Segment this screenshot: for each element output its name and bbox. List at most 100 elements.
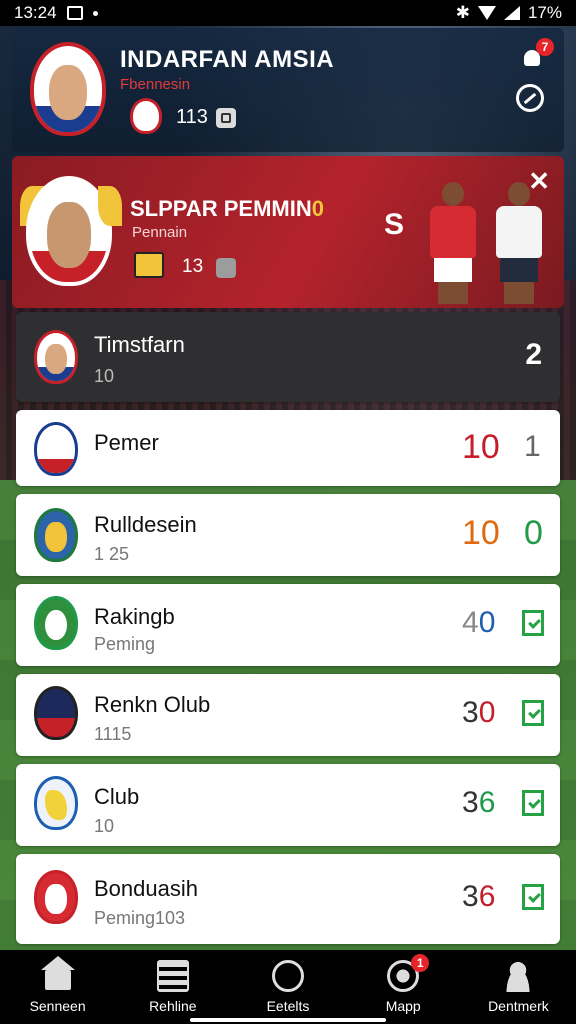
club-name: Renkn Olub — [94, 692, 211, 717]
portrait-face — [47, 202, 91, 268]
club-crest-icon — [34, 330, 78, 384]
club-sub: 10 — [94, 366, 115, 386]
wing-right-icon — [98, 186, 122, 226]
status-bar: 13:24 ✱ 17% — [0, 0, 576, 26]
tab-label: Mapp — [385, 998, 421, 1014]
check-icon[interactable] — [522, 700, 544, 726]
list-item[interactable]: Pemer 10 1 — [16, 410, 560, 486]
crest-emblem — [45, 883, 67, 915]
club-score-first: 3 — [462, 786, 479, 819]
club-crest-icon — [34, 422, 78, 476]
check-icon[interactable] — [522, 884, 544, 910]
club-sub: Peming — [94, 634, 156, 654]
tab-label: Rehline — [149, 998, 197, 1014]
list-item[interactable]: Renkn Olub 1115 30 — [16, 674, 560, 756]
battery-level: 17% — [527, 3, 562, 22]
club-score-second: 6 — [478, 880, 496, 913]
app-screen: 13:24 ✱ 17% INDARFAN AMSIA Fbennesin 113… — [0, 0, 576, 1024]
team-subtitle: Fbennesin — [120, 76, 191, 93]
circle-icon — [272, 960, 304, 992]
signal-icon — [503, 6, 520, 20]
club-score: 36 — [462, 880, 495, 914]
user-icon — [502, 960, 535, 992]
swap-label[interactable]: S — [384, 208, 404, 242]
club-score: 10 — [462, 514, 500, 552]
team-crest[interactable] — [30, 42, 106, 136]
club-sub: 10 — [94, 816, 115, 836]
club-points: 0 — [524, 514, 543, 552]
club-crest-icon — [34, 508, 78, 562]
club-score: 40 — [462, 606, 495, 640]
promo-title-text: SLPPAR PEMMIN — [130, 196, 312, 221]
notification-badge: 7 — [536, 38, 554, 56]
list-icon — [156, 960, 189, 992]
tag-icon — [134, 252, 164, 278]
club-name: Timstfarn — [94, 332, 185, 357]
tab-label: Dentmerk — [488, 998, 549, 1014]
crest-emblem — [45, 521, 67, 553]
player-legs — [504, 282, 534, 304]
check-icon[interactable] — [522, 790, 544, 816]
home-indicator[interactable] — [190, 1018, 386, 1022]
tab-label: Senneen — [29, 998, 86, 1014]
club-name: Rulldesein — [94, 512, 197, 537]
bluetooth-icon: ✱ — [455, 3, 470, 22]
promo-title-badge: 0 — [311, 196, 324, 221]
club-points: 1 — [524, 430, 541, 463]
close-button[interactable]: ✕ — [528, 166, 550, 197]
ball-icon[interactable] — [516, 84, 544, 112]
promo-title: SLPPAR PEMMIN0 — [130, 196, 324, 222]
player-legs — [438, 282, 468, 304]
mini-crest-icon — [130, 98, 162, 134]
list-item-active[interactable]: Timstfarn 10 2 — [16, 312, 560, 402]
info-icon[interactable] — [216, 108, 236, 128]
club-score-second: 0 — [478, 696, 496, 729]
player-head — [442, 182, 464, 206]
club-score-second: 6 — [478, 786, 496, 819]
club-score-second: 0 — [478, 606, 496, 639]
club-crest-icon — [34, 596, 78, 650]
promo-count: 13 — [182, 256, 204, 277]
promo-info-icon[interactable] — [216, 258, 236, 278]
promo-subtitle: Pennain — [132, 224, 188, 241]
crest-stripe — [37, 717, 75, 737]
notifications-button[interactable]: 7 — [522, 38, 554, 70]
player-figure-red — [424, 182, 480, 304]
club-name: Club — [94, 784, 140, 809]
team-count: 113 — [176, 106, 208, 128]
club-crest-icon — [34, 686, 78, 740]
club-score: 36 — [462, 786, 495, 820]
club-score: 10 — [462, 428, 500, 466]
player-shorts — [500, 258, 538, 282]
tab-events[interactable]: Eetelts — [230, 950, 345, 1024]
list-item[interactable]: Club 10 36 — [16, 764, 560, 846]
home-icon — [40, 956, 75, 990]
list-item[interactable]: Bonduasih Peming103 36 — [16, 854, 560, 944]
crest-stripe — [37, 458, 75, 473]
crest-emblem — [45, 789, 67, 821]
check-icon[interactable] — [522, 610, 544, 636]
tab-list[interactable]: Rehline — [115, 950, 230, 1024]
club-score: 2 — [525, 338, 542, 371]
player-shirt — [430, 206, 476, 258]
player-shorts — [434, 258, 472, 282]
wifi-icon — [477, 6, 496, 20]
tab-home[interactable]: Senneen — [0, 950, 115, 1024]
featured-player-card[interactable]: SLPPAR PEMMIN0 Pennain 13 S ✕ — [12, 156, 564, 308]
crest-portrait — [48, 64, 88, 120]
bottom-nav: Senneen Rehline Eetelts 1 Mapp Dentmerk — [0, 950, 576, 1024]
tab-badge: 1 — [411, 954, 430, 972]
club-score-first: 3 — [462, 880, 479, 913]
team-title: INDARFAN AMSIA — [120, 46, 335, 73]
club-name: Pemer — [94, 430, 159, 455]
list-item[interactable]: Rulldesein 1 25 10 0 — [16, 494, 560, 576]
tab-label: Eetelts — [266, 998, 310, 1014]
list-item[interactable]: Rakingb Peming 40 — [16, 584, 560, 666]
club-name: Bonduasih — [94, 876, 198, 901]
tab-profile[interactable]: Dentmerk — [461, 950, 576, 1024]
club-sub: Peming103 — [94, 908, 186, 928]
club-crest-icon — [34, 776, 78, 830]
club-name: Rakingb — [94, 604, 175, 629]
tab-map[interactable]: 1 Mapp — [346, 950, 461, 1024]
clock: 13:24 — [14, 3, 57, 22]
